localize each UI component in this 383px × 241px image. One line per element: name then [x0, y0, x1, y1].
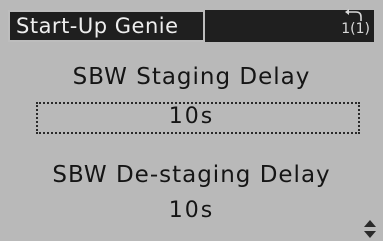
param-value-destaging-delay: 10s: [168, 198, 215, 223]
title-bar: Start-Up Genie 1(1): [8, 9, 374, 42]
param-label-destaging-delay: SBW De-staging Delay: [52, 162, 331, 188]
menu-index: 1(1): [330, 9, 370, 41]
title-bar-fill: 1(1): [205, 9, 374, 42]
title-block: Start-Up Genie: [8, 10, 205, 42]
lcd-display: Start-Up Genie 1(1) SBW Staging Delay 10…: [0, 0, 383, 241]
menu-index-number: 1(1): [341, 21, 370, 37]
menu-title: Start-Up Genie: [16, 14, 179, 38]
up-down-arrow-icon: [364, 220, 376, 238]
param-label-staging-delay: SBW Staging Delay: [72, 64, 311, 90]
param-value-staging-delay[interactable]: 10s: [0, 104, 383, 129]
